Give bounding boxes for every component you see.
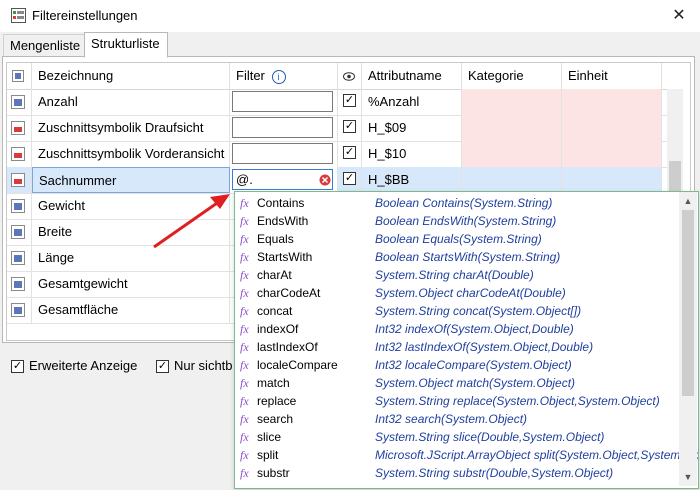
scroll-up-icon[interactable]: ▲ [679,193,697,209]
filter-input[interactable] [232,91,333,112]
autocomplete-item[interactable]: fx slice System.String slice(Double,System… [235,428,679,446]
autocomplete-item[interactable]: fx Equals Boolean Equals(System.String) [235,230,679,248]
autocomplete-item[interactable]: fx StartsWith Boolean StartsWith(System.St… [235,248,679,266]
cell-name: Gesamtgewicht [32,271,230,297]
number-attribute-icon [11,303,25,317]
cell-attribute: H_$09 [362,115,462,141]
cell-category[interactable] [462,167,562,193]
popup-scrollbar-thumb[interactable] [682,210,694,396]
function-icon: fx [240,268,249,282]
function-icon: fx [240,376,249,390]
window-title: Filtereinstellungen [32,8,138,23]
header-einheit[interactable]: Einheit [562,63,662,89]
cell-category[interactable] [462,89,562,115]
autocomplete-item[interactable]: fx charCodeAt System.Object charCodeAt(Dou… [235,284,679,302]
autocomplete-popup: fx Contains Boolean Contains(System.String… [234,191,699,489]
filter-input-active[interactable]: @. [232,169,333,190]
function-icon: fx [240,430,249,444]
function-icon: fx [240,286,249,300]
only-visible-checkbox[interactable]: ✓ [156,360,169,373]
autocomplete-item[interactable]: fx substr System.String substr(Double,Syst… [235,464,679,482]
function-icon: fx [240,466,249,480]
table-row[interactable]: Zuschnittsymbolik Vorderansicht ✓ H_$10 [7,141,683,168]
cell-unit[interactable] [562,89,662,115]
cell-name: Zuschnittsymbolik Vorderansicht [32,141,230,167]
autocomplete-item[interactable]: fx lastIndexOf Int32 lastIndexOf(System.Ob… [235,338,679,356]
extended-view-label[interactable]: Erweiterte Anzeige [29,358,137,373]
cell-unit[interactable] [562,167,662,193]
autocomplete-item[interactable]: fx search Int32 search(System.Object) [235,410,679,428]
function-icon: fx [240,322,249,336]
visible-checkbox[interactable]: ✓ [343,146,356,159]
cell-name: Zuschnittsymbolik Draufsicht [32,115,230,141]
autocomplete-item[interactable]: fx localeCompare Int32 localeCompare(Syste… [235,356,679,374]
text-attribute-icon [11,173,25,187]
header-kategorie[interactable]: Kategorie [462,63,562,89]
info-icon[interactable]: i [271,69,286,84]
close-icon[interactable]: ✕ [668,5,690,27]
cell-unit[interactable] [562,115,662,141]
autocomplete-item[interactable]: fx indexOf Int32 indexOf(System.Object,Dou… [235,320,679,338]
text-attribute-icon [11,121,25,135]
cell-name: Anzahl [32,89,230,115]
cell-attribute: H_$10 [362,141,462,167]
cell-category[interactable] [462,115,562,141]
tab-strukturliste[interactable]: Strukturliste [84,32,168,58]
tab-mengenliste[interactable]: Mengenliste [3,34,89,56]
scroll-down-icon[interactable]: ▼ [679,469,697,485]
function-icon: fx [240,340,249,354]
cell-category[interactable] [462,141,562,167]
number-attribute-icon [11,251,25,265]
function-icon: fx [240,196,249,210]
autocomplete-item[interactable]: fx match System.Object match(System.Object… [235,374,679,392]
function-icon: fx [240,394,249,408]
function-icon: fx [240,358,249,372]
header-filter[interactable]: Filter i [230,63,338,89]
function-icon: fx [240,304,249,318]
table-row[interactable]: Zuschnittsymbolik Draufsicht ✓ H_$09 [7,115,683,142]
cell-attribute: %Anzahl [362,89,462,115]
function-icon: fx [240,412,249,426]
visible-checkbox[interactable]: ✓ [343,120,356,133]
clear-icon[interactable] [319,174,331,186]
header-bezeichnung[interactable]: Bezeichnung [32,63,230,89]
autocomplete-item[interactable]: fx split Microsoft.JScript.ArrayObject spl… [235,446,698,464]
cell-attribute: H_$BB [362,167,462,193]
table-row[interactable]: Anzahl ✓ %Anzahl [7,89,683,116]
only-visible-label[interactable]: Nur sichtb [174,358,233,373]
autocomplete-item[interactable]: fx concat System.String concat(System.Obje… [235,302,679,320]
autocomplete-item[interactable]: fx replace System.String replace(System.Ob… [235,392,679,410]
number-attribute-icon [11,199,25,213]
number-attribute-icon [11,95,25,109]
cell-name: Gesamtfläche [32,297,230,323]
number-attribute-icon [11,277,25,291]
table-row-selected[interactable]: Sachnummer @. ✓ H_$BB [7,167,683,194]
header-attributname[interactable]: Attributname [362,63,462,89]
autocomplete-item[interactable]: fx charAt System.String charAt(Double) [235,266,679,284]
extended-view-checkbox[interactable]: ✓ [11,360,24,373]
text-attribute-icon [11,147,25,161]
column-icon [12,70,24,82]
visible-checkbox[interactable]: ✓ [343,94,356,107]
filter-settings-app-icon [11,8,26,23]
autocomplete-item[interactable]: fx Contains Boolean Contains(System.String… [235,194,679,212]
header-visibility[interactable] [338,63,362,89]
header-filter-label: Filter [236,68,265,83]
filter-input[interactable] [232,143,333,164]
visible-checkbox[interactable]: ✓ [343,172,356,185]
grid-header: Bezeichnung Filter i Attributname Katego… [7,63,683,90]
function-icon: fx [240,232,249,246]
function-icon: fx [240,250,249,264]
filter-input[interactable] [232,117,333,138]
eye-icon [343,72,355,81]
autocomplete-item[interactable]: fx EndsWith Boolean EndsWith(System.String… [235,212,679,230]
cell-unit[interactable] [562,141,662,167]
annotation-arrow [153,194,230,249]
number-attribute-icon [11,225,25,239]
header-row-icon [7,63,32,89]
function-icon: fx [240,448,249,462]
function-icon: fx [240,214,249,228]
